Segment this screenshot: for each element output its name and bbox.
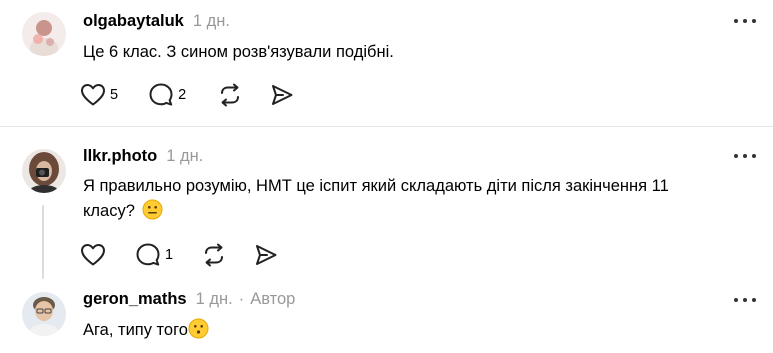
comment-header: olgabaytaluk 1 дн. bbox=[83, 12, 230, 31]
timestamp[interactable]: 1 дн. bbox=[193, 12, 230, 31]
avatar[interactable] bbox=[22, 149, 66, 193]
repost-button[interactable] bbox=[217, 82, 243, 108]
repost-button[interactable] bbox=[201, 242, 227, 268]
author-badge: Автор bbox=[250, 290, 296, 308]
comment-text-line: Я правильно розумію, НМТ це іспит який с… bbox=[83, 177, 669, 195]
username[interactable]: olgabaytaluk bbox=[83, 12, 184, 31]
timestamp[interactable]: 1 дн. bbox=[166, 147, 203, 166]
comment-icon bbox=[136, 243, 160, 266]
username[interactable]: llkr.photo bbox=[83, 147, 157, 166]
username[interactable]: geron_maths bbox=[83, 290, 187, 309]
avatar-photo-icon bbox=[22, 149, 66, 193]
comment-text-line: класу? bbox=[83, 202, 135, 220]
separator-dot: · bbox=[238, 290, 245, 308]
reply-count: 1 bbox=[165, 247, 174, 263]
more-options-icon[interactable] bbox=[734, 153, 756, 159]
like-button[interactable] bbox=[80, 242, 106, 268]
reply-count: 2 bbox=[178, 87, 187, 103]
like-count: 5 bbox=[110, 87, 119, 103]
avatar[interactable] bbox=[22, 292, 66, 336]
heart-icon bbox=[81, 244, 105, 266]
comment-text: Це 6 клас. З сином розв'язували подібні. bbox=[83, 43, 394, 61]
like-button[interactable]: 5 bbox=[80, 82, 118, 108]
more-options-icon[interactable] bbox=[734, 18, 756, 24]
hushed-face-emoji-icon bbox=[188, 318, 209, 339]
more-options-icon[interactable] bbox=[734, 297, 756, 303]
send-icon bbox=[272, 85, 293, 105]
share-button[interactable] bbox=[253, 242, 279, 268]
comment-text: Ага, типу того bbox=[83, 318, 743, 343]
divider bbox=[0, 126, 773, 127]
action-bar: 5 2 bbox=[80, 82, 295, 108]
avatar-photo-icon bbox=[22, 12, 66, 56]
comment-header: geron_maths 1 дн. · Автор bbox=[83, 290, 295, 309]
comment-icon bbox=[149, 83, 173, 106]
send-icon bbox=[256, 245, 277, 265]
timestamp[interactable]: 1 дн. bbox=[196, 290, 233, 309]
action-bar: 1 bbox=[80, 242, 279, 268]
repost-icon bbox=[221, 83, 240, 107]
comment-header: llkr.photo 1 дн. bbox=[83, 147, 203, 166]
heart-icon bbox=[81, 84, 105, 106]
comment-text: Я правильно розумію, НМТ це іспит який с… bbox=[83, 174, 743, 224]
repost-icon bbox=[205, 243, 224, 267]
avatar[interactable] bbox=[22, 12, 66, 56]
comment-text-line: Ага, типу того bbox=[83, 321, 188, 339]
avatar-photo-icon bbox=[22, 292, 66, 336]
share-button[interactable] bbox=[269, 82, 295, 108]
thread-line bbox=[42, 205, 44, 279]
reply-button[interactable]: 1 bbox=[135, 242, 173, 268]
neutral-face-emoji-icon bbox=[142, 199, 163, 220]
reply-button[interactable]: 2 bbox=[148, 82, 186, 108]
